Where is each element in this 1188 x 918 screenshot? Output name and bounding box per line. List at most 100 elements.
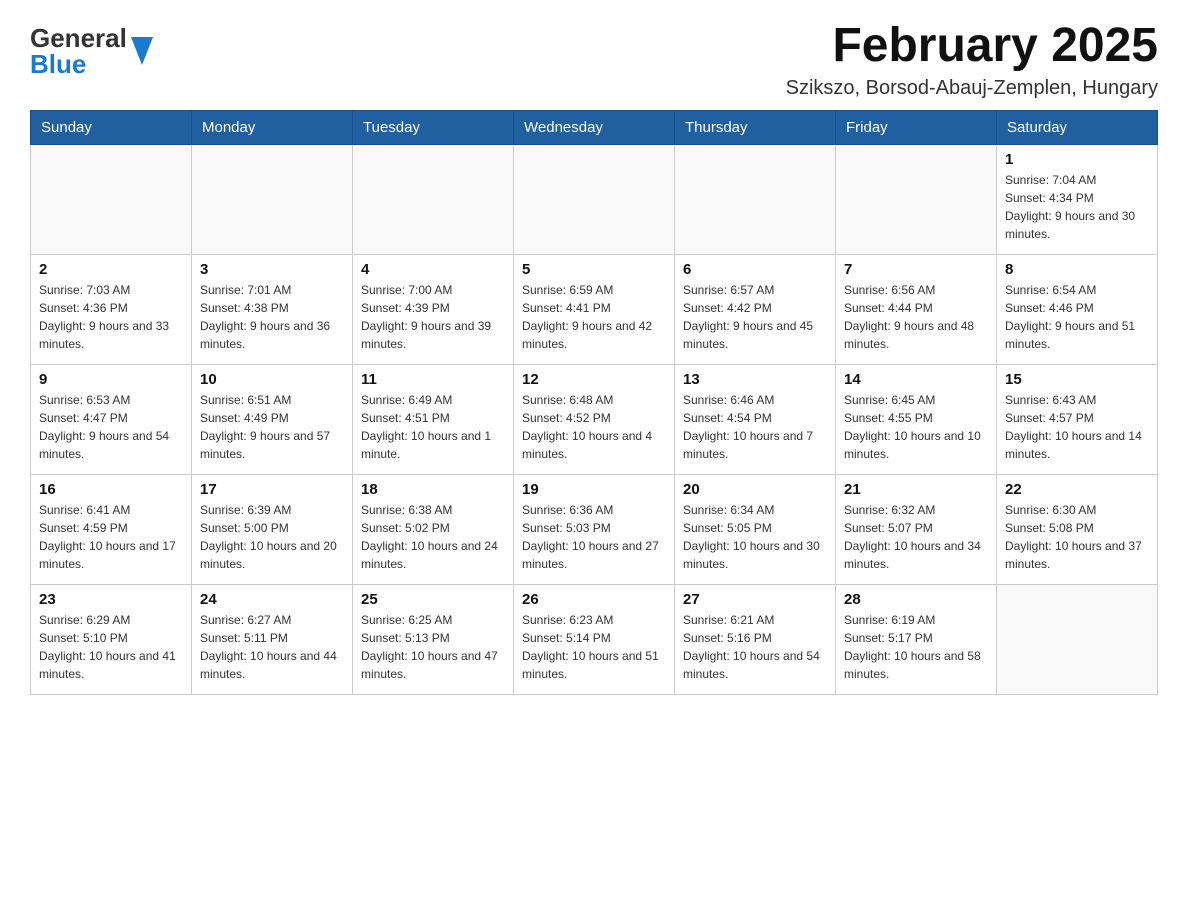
logo-general: General (30, 25, 127, 51)
day-of-week-header: Saturday (997, 110, 1158, 144)
day-info: Sunrise: 6:32 AMSunset: 5:07 PMDaylight:… (844, 501, 988, 573)
day-number: 15 (1005, 371, 1149, 388)
calendar-day-cell: 19 Sunrise: 6:36 AMSunset: 5:03 PMDayligh… (514, 474, 675, 584)
calendar-day-cell: 26 Sunrise: 6:23 AMSunset: 5:14 PMDayligh… (514, 584, 675, 694)
calendar-day-cell: 9 Sunrise: 6:53 AMSunset: 4:47 PMDaylight… (31, 364, 192, 474)
day-number: 26 (522, 591, 666, 608)
day-number: 11 (361, 371, 505, 388)
day-info: Sunrise: 6:30 AMSunset: 5:08 PMDaylight:… (1005, 501, 1149, 573)
day-info: Sunrise: 6:45 AMSunset: 4:55 PMDaylight:… (844, 391, 988, 463)
day-number: 4 (361, 261, 505, 278)
day-info: Sunrise: 7:03 AMSunset: 4:36 PMDaylight:… (39, 281, 183, 353)
calendar-day-cell: 18Sunrise: 6:38 AMSunset: 5:02 PMDayligh… (353, 474, 514, 584)
day-info: Sunrise: 6:27 AMSunset: 5:11 PMDaylight:… (200, 611, 344, 683)
day-info: Sunrise: 6:54 AMSunset: 4:46 PMDaylight:… (1005, 281, 1149, 353)
day-number: 10 (200, 371, 344, 388)
day-number: 17 (200, 481, 344, 498)
calendar-day-cell (192, 144, 353, 254)
day-info: Sunrise: 6:56 AMSunset: 4:44 PMDaylight:… (844, 281, 988, 353)
day-info: Sunrise: 6:29 AMSunset: 5:10 PMDaylight:… (39, 611, 183, 683)
day-number: 24 (200, 591, 344, 608)
day-number: 19 (522, 481, 666, 498)
day-of-week-header: Wednesday (514, 110, 675, 144)
day-info: Sunrise: 6:39 AMSunset: 5:00 PMDaylight:… (200, 501, 344, 573)
day-number: 14 (844, 371, 988, 388)
day-number: 28 (844, 591, 988, 608)
calendar-day-cell (675, 144, 836, 254)
title-area: February 2025 Szikszo, Borsod-Abauj-Zemp… (786, 20, 1158, 100)
day-info: Sunrise: 6:36 AMSunset: 5:03 PMDaylight:… (522, 501, 666, 573)
calendar-week-row: 1 Sunrise: 7:04 AMSunset: 4:34 PMDaylight… (31, 144, 1158, 254)
calendar-day-cell (31, 144, 192, 254)
calendar-day-cell: 12 Sunrise: 6:48 AMSunset: 4:52 PMDayligh… (514, 364, 675, 474)
calendar-day-cell (997, 584, 1158, 694)
page-header: General Blue February 2025 Szikszo, Bors… (30, 20, 1158, 100)
calendar-day-cell: 10Sunrise: 6:51 AMSunset: 4:49 PMDayligh… (192, 364, 353, 474)
calendar-day-cell: 16 Sunrise: 6:41 AMSunset: 4:59 PMDayligh… (31, 474, 192, 584)
calendar-day-cell: 17 Sunrise: 6:39 AMSunset: 5:00 PMDayligh… (192, 474, 353, 584)
day-number: 6 (683, 261, 827, 278)
calendar-week-row: 2 Sunrise: 7:03 AMSunset: 4:36 PMDaylight… (31, 254, 1158, 364)
day-info: Sunrise: 6:25 AMSunset: 5:13 PMDaylight:… (361, 611, 505, 683)
day-info: Sunrise: 7:00 AMSunset: 4:39 PMDaylight:… (361, 281, 505, 353)
day-of-week-header: Sunday (31, 110, 192, 144)
day-number: 25 (361, 591, 505, 608)
day-number: 27 (683, 591, 827, 608)
calendar-day-cell: 22 Sunrise: 6:30 AMSunset: 5:08 PMDayligh… (997, 474, 1158, 584)
day-info: Sunrise: 6:23 AMSunset: 5:14 PMDaylight:… (522, 611, 666, 683)
day-of-week-header: Thursday (675, 110, 836, 144)
calendar-day-cell (514, 144, 675, 254)
day-of-week-header: Friday (836, 110, 997, 144)
day-number: 8 (1005, 261, 1149, 278)
day-number: 13 (683, 371, 827, 388)
day-number: 5 (522, 261, 666, 278)
day-number: 16 (39, 481, 183, 498)
calendar-day-cell: 20 Sunrise: 6:34 AMSunset: 5:05 PMDayligh… (675, 474, 836, 584)
calendar-day-cell: 6Sunrise: 6:57 AMSunset: 4:42 PMDaylight… (675, 254, 836, 364)
month-title: February 2025 (786, 20, 1158, 73)
day-number: 9 (39, 371, 183, 388)
day-info: Sunrise: 6:53 AMSunset: 4:47 PMDaylight:… (39, 391, 183, 463)
day-info: Sunrise: 6:41 AMSunset: 4:59 PMDaylight:… (39, 501, 183, 573)
day-number: 20 (683, 481, 827, 498)
calendar-day-cell: 11Sunrise: 6:49 AMSunset: 4:51 PMDayligh… (353, 364, 514, 474)
day-number: 1 (1005, 151, 1149, 168)
calendar-day-cell: 3 Sunrise: 7:01 AMSunset: 4:38 PMDaylight… (192, 254, 353, 364)
calendar-table: SundayMondayTuesdayWednesdayThursdayFrid… (30, 110, 1158, 695)
day-info: Sunrise: 6:46 AMSunset: 4:54 PMDaylight:… (683, 391, 827, 463)
calendar-week-row: 9 Sunrise: 6:53 AMSunset: 4:47 PMDaylight… (31, 364, 1158, 474)
calendar-day-cell: 28 Sunrise: 6:19 AMSunset: 5:17 PMDayligh… (836, 584, 997, 694)
day-number: 21 (844, 481, 988, 498)
day-number: 18 (361, 481, 505, 498)
day-info: Sunrise: 6:59 AMSunset: 4:41 PMDaylight:… (522, 281, 666, 353)
calendar-day-cell: 13 Sunrise: 6:46 AMSunset: 4:54 PMDayligh… (675, 364, 836, 474)
day-number: 23 (39, 591, 183, 608)
day-of-week-header: Monday (192, 110, 353, 144)
day-info: Sunrise: 6:48 AMSunset: 4:52 PMDaylight:… (522, 391, 666, 463)
calendar-day-cell: 1 Sunrise: 7:04 AMSunset: 4:34 PMDaylight… (997, 144, 1158, 254)
calendar-week-row: 16 Sunrise: 6:41 AMSunset: 4:59 PMDayligh… (31, 474, 1158, 584)
calendar-day-cell: 23 Sunrise: 6:29 AMSunset: 5:10 PMDayligh… (31, 584, 192, 694)
calendar-day-cell: 21 Sunrise: 6:32 AMSunset: 5:07 PMDayligh… (836, 474, 997, 584)
day-number: 7 (844, 261, 988, 278)
calendar-day-cell: 27Sunrise: 6:21 AMSunset: 5:16 PMDayligh… (675, 584, 836, 694)
calendar-day-cell: 5 Sunrise: 6:59 AMSunset: 4:41 PMDaylight… (514, 254, 675, 364)
day-number: 3 (200, 261, 344, 278)
calendar-day-cell (353, 144, 514, 254)
calendar-day-cell: 24 Sunrise: 6:27 AMSunset: 5:11 PMDayligh… (192, 584, 353, 694)
calendar-day-cell: 4 Sunrise: 7:00 AMSunset: 4:39 PMDaylight… (353, 254, 514, 364)
day-info: Sunrise: 7:04 AMSunset: 4:34 PMDaylight:… (1005, 171, 1149, 243)
day-info: Sunrise: 6:19 AMSunset: 5:17 PMDaylight:… (844, 611, 988, 683)
calendar-header-row: SundayMondayTuesdayWednesdayThursdayFrid… (31, 110, 1158, 144)
day-info: Sunrise: 6:34 AMSunset: 5:05 PMDaylight:… (683, 501, 827, 573)
day-number: 22 (1005, 481, 1149, 498)
day-number: 2 (39, 261, 183, 278)
calendar-day-cell: 14 Sunrise: 6:45 AMSunset: 4:55 PMDayligh… (836, 364, 997, 474)
calendar-day-cell: 15Sunrise: 6:43 AMSunset: 4:57 PMDayligh… (997, 364, 1158, 474)
calendar-day-cell: 2 Sunrise: 7:03 AMSunset: 4:36 PMDaylight… (31, 254, 192, 364)
day-info: Sunrise: 7:01 AMSunset: 4:38 PMDaylight:… (200, 281, 344, 353)
logo-arrow-icon (131, 37, 153, 70)
day-of-week-header: Tuesday (353, 110, 514, 144)
calendar-day-cell: 8 Sunrise: 6:54 AMSunset: 4:46 PMDaylight… (997, 254, 1158, 364)
day-number: 12 (522, 371, 666, 388)
